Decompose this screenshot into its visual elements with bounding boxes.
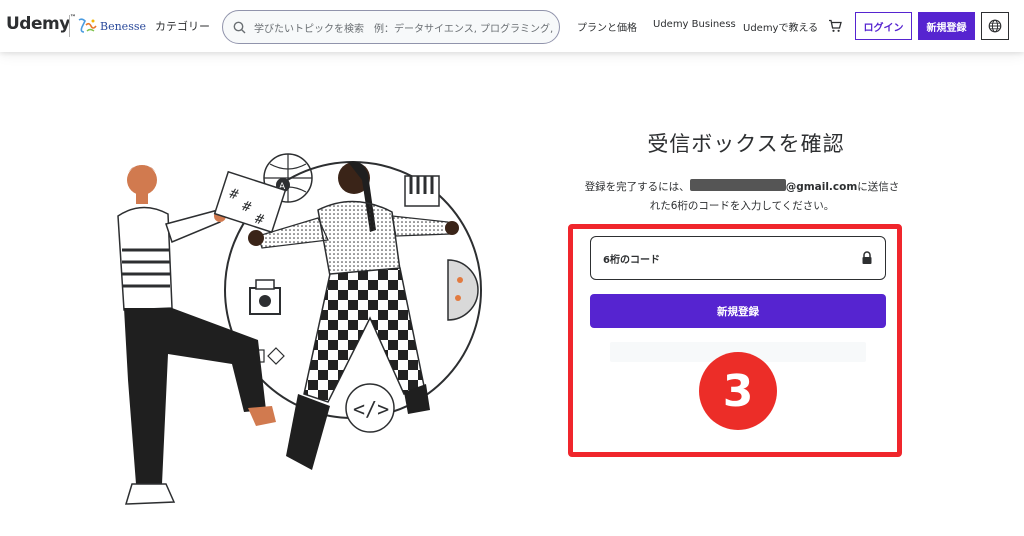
search-bar[interactable]: 学びたいトピックを検索 例：データサイエンス, プログラミング,: [222, 10, 560, 44]
code-placeholder: 6桁のコード: [603, 254, 660, 266]
logo-divider: [69, 15, 70, 37]
step-number-badge: 3: [699, 352, 777, 430]
signup-button[interactable]: 新規登録: [918, 12, 975, 40]
page-title: 受信ボックスを確認: [647, 132, 845, 156]
people-collaborating-illustration: A </> # # #: [117, 153, 482, 505]
search-icon: [233, 21, 246, 33]
cart-button[interactable]: [828, 18, 842, 37]
teach-on-udemy-link[interactable]: Udemyで教える: [743, 19, 818, 34]
cart-icon: [829, 19, 842, 32]
udemy-business-link[interactable]: Udemy Business: [653, 19, 736, 30]
verification-code-field[interactable]: 6桁のコード: [590, 236, 886, 280]
hero-illustration: A </> # # #: [108, 140, 488, 520]
instruction-text: 登録を完了するには、 @gmail.comに送信された6桁のコードを入力してくださ…: [582, 178, 902, 216]
udemy-logo[interactable]: Udemy™: [6, 14, 76, 34]
categories-link[interactable]: カテゴリー: [155, 18, 210, 34]
benesse-text: Benesse: [100, 19, 146, 33]
email-domain: @gmail.com: [785, 181, 858, 193]
svg-text:</>: </>: [353, 397, 389, 421]
globe-icon: [988, 19, 1002, 33]
signup-submit-button[interactable]: 新規登録: [590, 294, 886, 328]
plans-pricing-link[interactable]: プランと価格: [577, 19, 637, 34]
lock-icon: [862, 251, 872, 264]
top-header: Udemy™ Benesse カテゴリー 学びたいトピックを検索 例：データサイ…: [0, 0, 1024, 52]
search-input[interactable]: 学びたいトピックを検索 例：データサイエンス, プログラミング,: [254, 20, 553, 35]
benesse-mark-icon: [78, 18, 97, 33]
instruction-prefix: 登録を完了するには、: [584, 181, 690, 193]
login-button[interactable]: ログイン: [855, 12, 912, 40]
language-button[interactable]: [981, 12, 1009, 40]
benesse-logo[interactable]: Benesse: [76, 17, 146, 35]
logo-text: Udemy: [6, 14, 70, 34]
redacted-email: [689, 179, 786, 191]
